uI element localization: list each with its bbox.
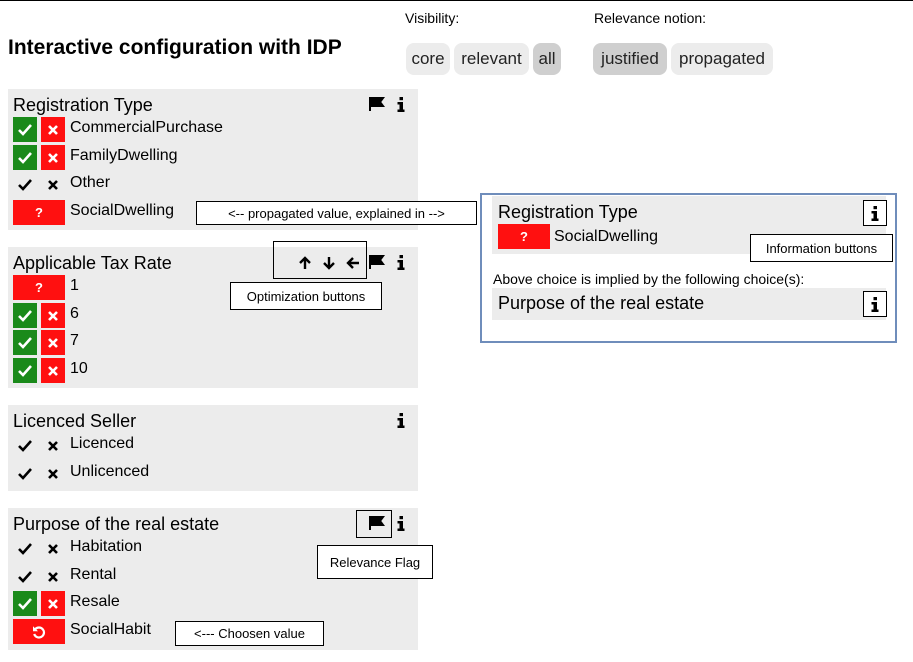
question-icon: ? bbox=[520, 229, 528, 244]
propagated-value-button[interactable]: ? bbox=[498, 224, 550, 249]
accept-button[interactable] bbox=[13, 591, 37, 616]
visibility-core-button[interactable]: core bbox=[406, 43, 450, 75]
accept-button[interactable] bbox=[13, 172, 37, 197]
panel-title: Applicable Tax Rate bbox=[13, 253, 172, 273]
relevance-callout: Relevance Flag bbox=[317, 545, 433, 579]
visibility-all-button[interactable]: all bbox=[533, 43, 561, 75]
reject-button[interactable] bbox=[41, 117, 65, 142]
reject-button[interactable] bbox=[41, 358, 65, 383]
accept-button[interactable] bbox=[13, 117, 37, 142]
option-label: 1 bbox=[70, 277, 79, 294]
flag-icon[interactable] bbox=[368, 253, 386, 271]
cause-symbol-title: Purpose of the real estate bbox=[498, 293, 705, 313]
accept-button[interactable] bbox=[13, 564, 37, 589]
relevance-justified-button[interactable]: justified bbox=[593, 43, 667, 75]
undo-choice-button[interactable] bbox=[13, 619, 65, 644]
info-icon[interactable] bbox=[392, 514, 410, 532]
info-icon[interactable] bbox=[863, 200, 887, 226]
information-callout: Information buttons bbox=[750, 234, 893, 262]
reject-button[interactable] bbox=[41, 330, 65, 355]
implied-text: Above choice is implied by the following… bbox=[493, 271, 805, 287]
propagated-value-button[interactable]: ? bbox=[13, 275, 65, 300]
reject-button[interactable] bbox=[41, 172, 65, 197]
reject-button[interactable] bbox=[41, 303, 65, 328]
option-label: CommercialPurchase bbox=[70, 119, 223, 136]
explained-value: SocialDwelling bbox=[554, 228, 659, 245]
info-icon[interactable] bbox=[392, 253, 410, 271]
option-label: Unlicenced bbox=[70, 463, 150, 480]
info-icon[interactable] bbox=[392, 95, 410, 113]
visibility-relevant-button[interactable]: relevant bbox=[454, 43, 529, 75]
chosen-callout: <--- Choosen value bbox=[175, 621, 324, 646]
reject-button[interactable] bbox=[41, 433, 65, 458]
cause-symbol: Purpose of the real estate bbox=[492, 288, 887, 320]
option-label: Other bbox=[70, 174, 111, 191]
question-icon: ? bbox=[35, 280, 43, 295]
option-label: Licenced bbox=[70, 435, 135, 452]
reject-button[interactable] bbox=[41, 145, 65, 170]
question-icon: ? bbox=[35, 205, 43, 220]
option-label: FamilyDwelling bbox=[70, 147, 178, 164]
panel-title: Purpose of the real estate bbox=[13, 514, 220, 534]
info-icon[interactable] bbox=[392, 411, 410, 429]
accept-button[interactable] bbox=[13, 358, 37, 383]
option-label: 10 bbox=[70, 360, 88, 377]
explained-symbol-title: Registration Type bbox=[498, 202, 638, 222]
panel-title: Licenced Seller bbox=[13, 411, 137, 431]
option-label: 7 bbox=[70, 332, 79, 349]
relevance-flag-frame bbox=[356, 510, 392, 538]
panel-title: Registration Type bbox=[13, 95, 153, 115]
accept-button[interactable] bbox=[13, 330, 37, 355]
page-title: Interactive configuration with IDP bbox=[8, 36, 342, 59]
option-label: Habitation bbox=[70, 538, 143, 555]
reject-button[interactable] bbox=[41, 461, 65, 486]
relevance-label: Relevance notion: bbox=[594, 10, 707, 26]
visibility-label: Visibility: bbox=[405, 10, 460, 26]
accept-button[interactable] bbox=[13, 461, 37, 486]
option-label: SocialHabit bbox=[70, 621, 151, 638]
undo-icon bbox=[33, 625, 46, 639]
accept-button[interactable] bbox=[13, 303, 37, 328]
relevance-propagated-button[interactable]: propagated bbox=[671, 43, 773, 75]
accept-button[interactable] bbox=[13, 536, 37, 561]
propagated-callout: <-- propagated value, explained in --> bbox=[196, 201, 477, 225]
accept-button[interactable] bbox=[13, 145, 37, 170]
propagated-value-button[interactable]: ? bbox=[13, 200, 65, 225]
option-label: 6 bbox=[70, 305, 79, 322]
optimization-callout: Optimization buttons bbox=[230, 282, 382, 310]
accept-button[interactable] bbox=[13, 433, 37, 458]
option-label: Resale bbox=[70, 593, 120, 610]
top-border bbox=[0, 0, 913, 1]
flag-icon[interactable] bbox=[368, 95, 386, 113]
optimization-buttons-frame bbox=[273, 241, 367, 279]
option-label: Rental bbox=[70, 566, 117, 583]
reject-button[interactable] bbox=[41, 536, 65, 561]
panel-licenced-seller: Licenced Seller Licenced Unlicenced bbox=[8, 405, 418, 491]
reject-button[interactable] bbox=[41, 564, 65, 589]
reject-button[interactable] bbox=[41, 591, 65, 616]
explanation-panel: Registration Type ? SocialDwelling Above… bbox=[480, 193, 897, 343]
info-icon[interactable] bbox=[863, 291, 887, 317]
option-label: SocialDwelling bbox=[70, 202, 175, 219]
